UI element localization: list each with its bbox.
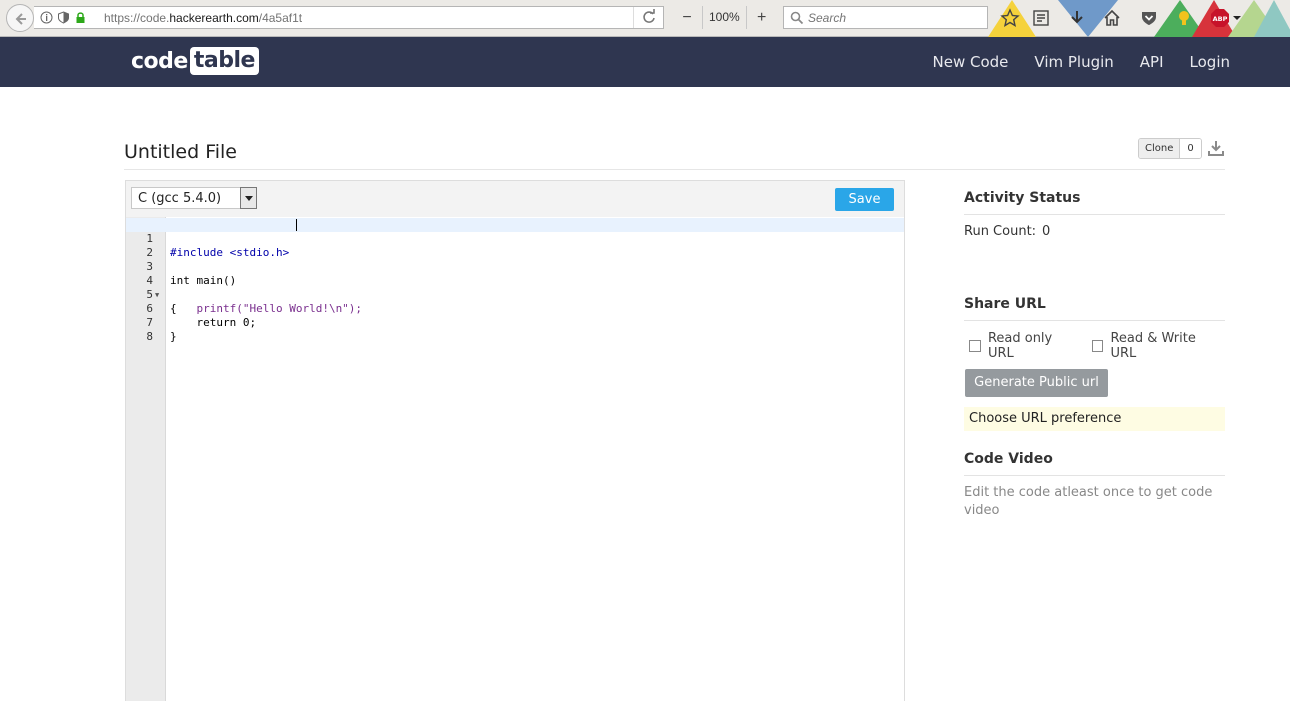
run-count-value: 0 <box>1042 224 1051 239</box>
nav-api[interactable]: API <box>1140 53 1164 71</box>
file-title[interactable]: Untitled File <box>124 141 237 163</box>
line-number: 2 <box>146 246 153 259</box>
code-line: 1 #include <stdio.h> <box>146 218 904 259</box>
address-bar[interactable]: https://code.hackerearth.com/4a5af1t <box>34 6 664 29</box>
reload-icon <box>643 9 655 23</box>
line-number: 3 <box>146 260 153 273</box>
lightbulb-icon[interactable] <box>1174 8 1194 28</box>
save-button[interactable]: Save <box>835 188 894 211</box>
toolbar-icons: ABP <box>988 0 1290 37</box>
code-line: 6 return 0; <box>146 288 904 329</box>
home-icon[interactable] <box>1102 8 1122 28</box>
logo-text-code: code <box>131 48 188 74</box>
reading-list-icon[interactable] <box>1031 8 1051 28</box>
share-url-title: Share URL <box>964 296 1225 321</box>
main-nav: New Code Vim Plugin API Login <box>933 37 1231 87</box>
back-arrow-icon <box>15 13 26 25</box>
search-input[interactable] <box>808 9 978 26</box>
generate-public-url-button[interactable]: Generate Public url <box>965 369 1108 397</box>
language-select[interactable]: C (gcc 5.4.0) <box>131 187 257 209</box>
sidebar: Activity Status Run Count: 0 Share URL Re… <box>964 190 1225 518</box>
code-video-text: Edit the code atleast once to get code v… <box>964 485 1213 518</box>
code-video-section: Code Video Edit the code atleast once to… <box>964 451 1225 520</box>
editor-toolbar: C (gcc 5.4.0) Save <box>126 181 904 217</box>
theme-decoration <box>1254 0 1290 37</box>
download-icon[interactable] <box>1208 140 1224 161</box>
code-video-title: Code Video <box>964 451 1225 476</box>
logo-text-table: table <box>189 47 259 75</box>
codetable-logo[interactable]: code table <box>131 47 259 75</box>
code-line: 3 int main() <box>146 246 904 287</box>
line-number: 1 <box>146 232 153 245</box>
read-only-label[interactable]: Read only URL <box>988 331 1082 361</box>
clone-count: 0 <box>1180 139 1201 158</box>
line-number: 8 <box>146 330 153 343</box>
downloads-icon[interactable] <box>1067 8 1087 28</box>
adblock-plus-icon[interactable]: ABP <box>1210 8 1230 28</box>
code-line: 8 <box>146 316 904 343</box>
url-preference-notice: Choose URL preference <box>964 407 1225 431</box>
share-url-section: Share URL Read only URL Read & Write URL… <box>964 296 1225 431</box>
url-text[interactable]: https://code.hackerearth.com/4a5af1t <box>104 11 302 25</box>
tracking-shield-icon[interactable] <box>57 11 70 24</box>
code-line: 7 } <box>146 302 904 343</box>
zoom-in-button[interactable]: + <box>747 6 777 29</box>
nav-vim-plugin[interactable]: Vim Plugin <box>1034 53 1113 71</box>
info-icon[interactable] <box>40 11 53 24</box>
run-count-row: Run Count: 0 <box>964 224 1225 239</box>
activity-status-title: Activity Status <box>964 190 1225 215</box>
line-number: 6 <box>146 302 153 315</box>
clone-button[interactable]: Clone <box>1139 139 1181 158</box>
dropdown-arrow-icon[interactable] <box>240 187 257 209</box>
code-line: 5 printf("Hello World!\n"); <box>146 274 904 315</box>
code-area[interactable]: 1 #include <stdio.h> 2 3 int main() 4 ▼ … <box>126 217 904 701</box>
reload-button[interactable] <box>633 7 663 28</box>
divider <box>124 169 1225 170</box>
zoom-level[interactable]: 100% <box>702 6 747 29</box>
clone-control: Clone 0 <box>1138 138 1202 159</box>
run-count-label: Run Count: <box>964 224 1037 239</box>
fold-arrow-icon[interactable]: ▼ <box>155 288 163 302</box>
zoom-controls: − 100% + <box>672 6 777 29</box>
text-cursor <box>296 219 297 231</box>
browser-toolbar: https://code.hackerearth.com/4a5af1t − 1… <box>0 0 1290 37</box>
code-line: 4 ▼ { <box>146 260 904 315</box>
pocket-icon[interactable] <box>1139 8 1159 28</box>
code-editor-panel: C (gcc 5.4.0) Save 1 #include <stdio.h> … <box>125 180 905 701</box>
language-value: C (gcc 5.4.0) <box>138 191 222 206</box>
read-write-checkbox[interactable] <box>1091 340 1104 352</box>
read-write-label[interactable]: Read & Write URL <box>1110 331 1225 361</box>
search-bar[interactable] <box>783 6 988 29</box>
abp-label: ABP <box>1213 15 1228 23</box>
line-number: 5 <box>146 288 153 301</box>
zoom-out-button[interactable]: − <box>672 6 702 29</box>
url-domain: hackerearth.com <box>169 11 259 25</box>
code-line: 2 <box>146 232 904 259</box>
bookmark-star-icon[interactable] <box>1000 8 1020 28</box>
nav-login[interactable]: Login <box>1190 53 1230 71</box>
line-number: 4 <box>146 274 153 287</box>
chevron-down-icon[interactable] <box>1232 8 1252 28</box>
url-path: /4a5af1t <box>258 11 303 25</box>
nav-new-code[interactable]: New Code <box>933 53 1009 71</box>
url-prefix: https://code. <box>104 11 170 25</box>
search-icon <box>790 11 804 25</box>
site-header: code table New Code Vim Plugin API Login <box>0 37 1290 87</box>
read-only-checkbox[interactable] <box>969 340 981 352</box>
back-button[interactable] <box>6 4 34 32</box>
url-options: Read only URL Read & Write URL <box>964 331 1225 361</box>
lock-icon[interactable] <box>74 11 87 24</box>
line-number: 7 <box>146 316 153 329</box>
